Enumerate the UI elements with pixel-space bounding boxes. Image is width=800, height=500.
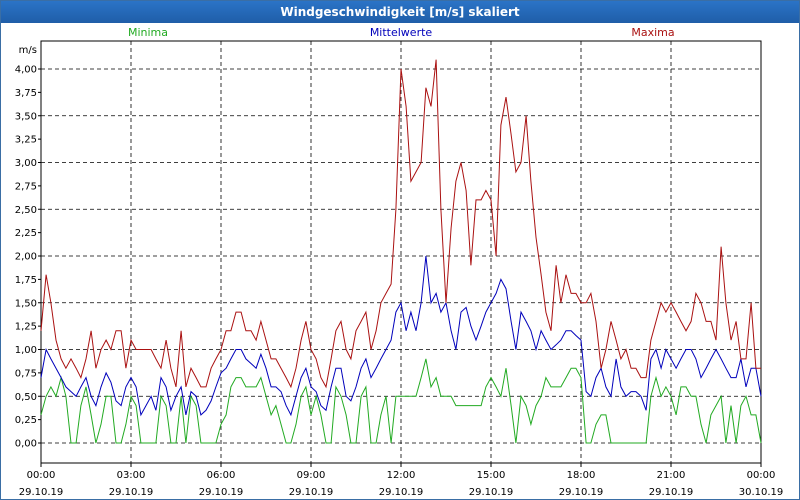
chart-window: Windgeschwindigkeit [m/s] skaliert 0,00 0… — [0, 0, 800, 500]
y-tick-label: 1,00 — [15, 345, 37, 356]
y-tick-label: 2,00 — [15, 252, 37, 263]
x-tick-time: 15:00 — [477, 470, 506, 481]
x-tick-time: 09:00 — [297, 470, 326, 481]
y-tick-label: 4,00 — [15, 65, 37, 76]
y-tick-label: 0,50 — [15, 392, 37, 403]
y-tick-label: 1,75 — [15, 275, 37, 286]
x-tick-date: 29.10.19 — [649, 487, 694, 498]
y-tick-label: 1,25 — [15, 322, 37, 333]
x-tick-time: 03:00 — [117, 470, 146, 481]
x-tick-time: 06:00 — [207, 470, 236, 481]
x-tick-date: 29.10.19 — [379, 487, 424, 498]
x-tick-date: 30.10.19 — [739, 487, 784, 498]
x-tick-date: 29.10.19 — [199, 487, 244, 498]
x-tick-date: 29.10.19 — [469, 487, 514, 498]
y-axis-label: m/s — [19, 45, 37, 56]
chart-area: 0,00 0,25 0,50 0,75 1,00 1,25 1,50 1,75 2,00 2,25… — [15, 26, 784, 498]
y-tick-label: 0,75 — [15, 368, 37, 379]
legend-maxima: Maxima — [631, 26, 674, 39]
x-tick-time: 12:00 — [387, 470, 416, 481]
y-tick-label: 2,25 — [15, 228, 37, 239]
x-tick-date: 29.10.19 — [19, 487, 64, 498]
window-title: Windgeschwindigkeit [m/s] skaliert — [1, 1, 799, 23]
y-tick-label: 0,00 — [15, 439, 37, 450]
legend-minima: Minima — [128, 26, 168, 39]
y-tick-label: 3,25 — [15, 135, 37, 146]
x-tick-time: 18:00 — [567, 470, 596, 481]
x-tick-time: 21:00 — [657, 470, 686, 481]
x-tick-date: 29.10.19 — [289, 487, 334, 498]
x-tick-time: 00:00 — [27, 470, 56, 481]
y-tick-label: 3,75 — [15, 88, 37, 99]
x-tick-date: 29.10.19 — [109, 487, 154, 498]
x-tick-date: 29.10.19 — [559, 487, 604, 498]
y-tick-label: 3,00 — [15, 158, 37, 169]
y-tick-label: 0,25 — [15, 415, 37, 426]
y-tick-label: 2,75 — [15, 181, 37, 192]
legend-mittelwerte: Mittelwerte — [370, 26, 433, 39]
y-tick-label: 3,50 — [15, 111, 37, 122]
x-tick-time: 00:00 — [747, 470, 776, 481]
y-tick-label: 2,50 — [15, 205, 37, 216]
y-tick-label: 1,50 — [15, 298, 37, 309]
